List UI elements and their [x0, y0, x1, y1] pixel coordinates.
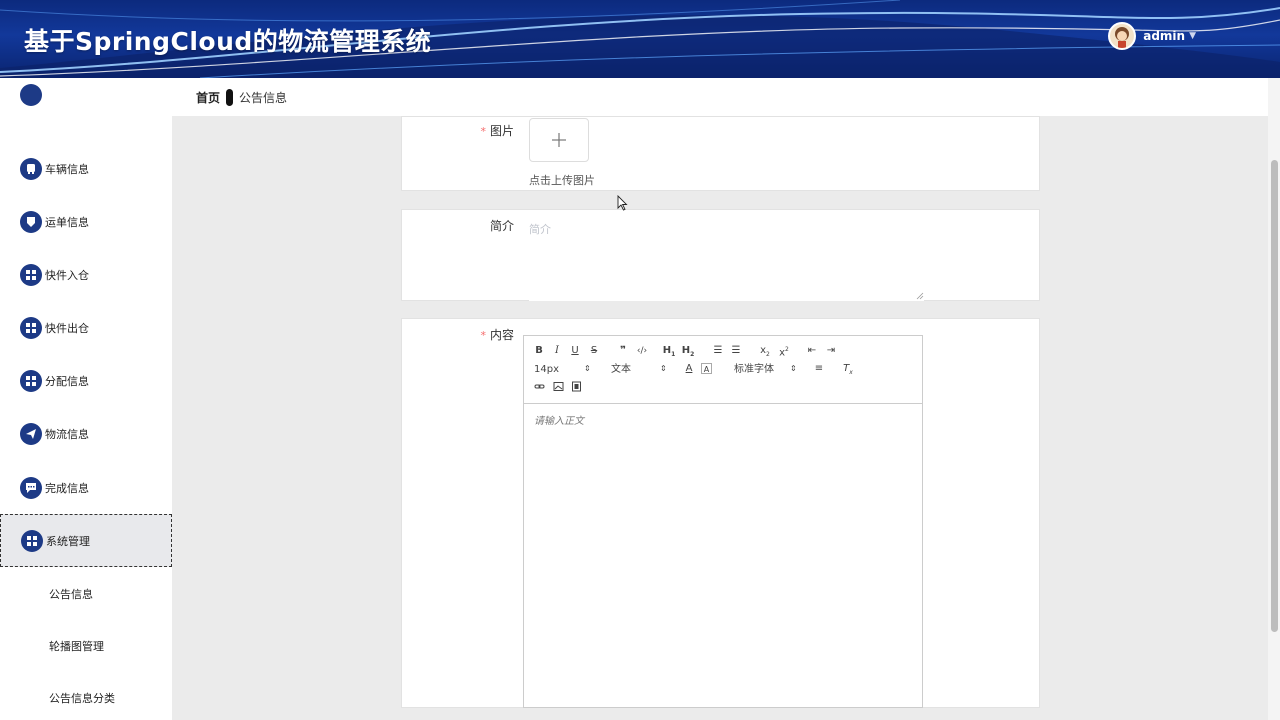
heading1-button[interactable]: H1	[662, 345, 676, 359]
intro-label: 简介	[489, 219, 514, 233]
shield-icon	[20, 210, 42, 233]
sidebar-item-complete[interactable]: 完成信息	[0, 461, 172, 514]
breadcrumb-separator	[226, 88, 234, 106]
content-field-card: * 内容 B I U S ❞ ‹/› H1 H2 ☰ ☰ x2 x2 ⇤ ⇥ 14…	[401, 318, 1040, 708]
sidebar-item-label: 运单信息	[45, 215, 89, 229]
link-icon[interactable]	[532, 381, 546, 395]
username[interactable]: admin	[1143, 29, 1185, 43]
sidebar-item-vehicle[interactable]: 车辆信息	[0, 142, 172, 195]
chevron-down-icon[interactable]: ▼	[1189, 31, 1196, 41]
sidebar-item-label: 车辆信息	[45, 162, 89, 176]
align-left-icon[interactable]: ≡	[812, 363, 826, 377]
user-menu[interactable]: admin ▼	[1108, 22, 1196, 50]
sidebar-item-label: 系统管理	[46, 534, 90, 548]
font-family-select[interactable]: 标准字体	[734, 364, 774, 376]
paragraph-select[interactable]: 文本	[611, 364, 631, 376]
sidebar-item-warehouse[interactable]	[0, 83, 172, 143]
underline-button[interactable]: U	[568, 345, 582, 359]
resize-grip-icon[interactable]	[916, 292, 924, 300]
avatar[interactable]	[1108, 22, 1137, 50]
editor-toolbar: B I U S ❞ ‹/› H1 H2 ☰ ☰ x2 x2 ⇤ ⇥ 14px ⇕…	[524, 336, 922, 404]
breadcrumb: 首页 公告信息	[172, 78, 1268, 116]
sidebar-subitem-notice[interactable]: 公告信息	[0, 568, 172, 620]
sidebar: 车辆信息 运单信息 快件入仓 快件出仓 分配信息 物流信息 完成信息 系统管理 …	[0, 78, 172, 720]
content-label: * 内容	[480, 328, 514, 342]
sidebar-item-label: 快件出仓	[45, 321, 89, 335]
sidebar-item-waybill[interactable]: 运单信息	[0, 195, 172, 248]
sidebar-subitem-notice-category[interactable]: 公告信息分类	[0, 672, 172, 720]
editor-content-area[interactable]: 请输入正文	[524, 404, 922, 435]
chat-icon	[20, 476, 42, 499]
sidebar-item-assign[interactable]: 分配信息	[0, 354, 172, 407]
header-banner: 基于SpringCloud的物流管理系统 admin ▼	[0, 0, 1280, 78]
sidebar-subitem-carousel[interactable]: 轮播图管理	[0, 620, 172, 672]
grid-icon	[20, 369, 42, 392]
breadcrumb-current: 公告信息	[239, 90, 288, 105]
indent-icon[interactable]: ⇥	[824, 345, 838, 359]
required-mark: *	[480, 329, 486, 342]
intro-field-card: 简介 简介	[401, 209, 1040, 301]
sidebar-item-label: 物流信息	[45, 427, 89, 441]
rich-text-editor: B I U S ❞ ‹/› H1 H2 ☰ ☰ x2 x2 ⇤ ⇥ 14px ⇕…	[523, 335, 923, 708]
app-title: 基于SpringCloud的物流管理系统	[24, 27, 432, 56]
image-upload-button[interactable]	[529, 118, 589, 162]
background-color-button[interactable]: A	[701, 363, 712, 374]
image-icon[interactable]	[551, 381, 565, 395]
required-mark: *	[480, 125, 486, 138]
bullet-list-icon[interactable]: ☰	[729, 345, 743, 359]
video-icon[interactable]	[569, 381, 583, 395]
image-field-card: * 图片 点击上传图片	[401, 116, 1040, 191]
upload-tip: 点击上传图片	[529, 174, 595, 187]
code-icon[interactable]: ‹/›	[635, 345, 649, 359]
sidebar-item-label: 分配信息	[45, 374, 89, 388]
outdent-icon[interactable]: ⇤	[805, 345, 819, 359]
grid-icon	[20, 83, 42, 106]
sidebar-item-label: 完成信息	[45, 481, 89, 495]
chevron-updown-icon[interactable]: ⇕	[584, 363, 591, 375]
italic-button[interactable]: I	[550, 345, 564, 359]
send-icon	[20, 422, 42, 445]
grid-icon	[20, 316, 42, 339]
sidebar-item-label: 快件入仓	[45, 268, 89, 282]
sidebar-item-inbound[interactable]: 快件入仓	[0, 248, 172, 301]
grid-icon	[21, 529, 43, 552]
clear-format-icon[interactable]: Tx	[841, 363, 855, 377]
ordered-list-icon[interactable]: ☰	[711, 345, 725, 359]
font-size-select[interactable]: 14px	[534, 364, 559, 376]
plus-icon	[552, 133, 566, 147]
breadcrumb-home[interactable]: 首页	[196, 89, 220, 106]
strike-button[interactable]: S	[587, 345, 601, 359]
chevron-updown-icon[interactable]: ⇕	[660, 363, 667, 375]
subscript-button[interactable]: x2	[758, 345, 772, 359]
bold-button[interactable]: B	[532, 345, 546, 359]
sidebar-item-outbound[interactable]: 快件出仓	[0, 301, 172, 354]
mouse-cursor-icon	[617, 195, 628, 211]
bus-icon	[20, 157, 42, 180]
grid-icon	[20, 263, 42, 286]
page-scrollbar[interactable]	[1268, 78, 1280, 720]
quote-icon[interactable]: ❞	[616, 345, 630, 359]
superscript-button[interactable]: x2	[777, 344, 791, 358]
chevron-updown-icon[interactable]: ⇕	[790, 363, 797, 375]
heading2-button[interactable]: H2	[681, 345, 695, 359]
scrollbar-thumb[interactable]	[1271, 160, 1278, 632]
sidebar-item-system[interactable]: 系统管理	[0, 514, 172, 567]
font-color-button[interactable]: A	[682, 363, 696, 377]
sidebar-item-logistics[interactable]: 物流信息	[0, 407, 172, 460]
image-label: * 图片	[480, 124, 514, 138]
intro-textarea[interactable]: 简介	[529, 215, 924, 301]
